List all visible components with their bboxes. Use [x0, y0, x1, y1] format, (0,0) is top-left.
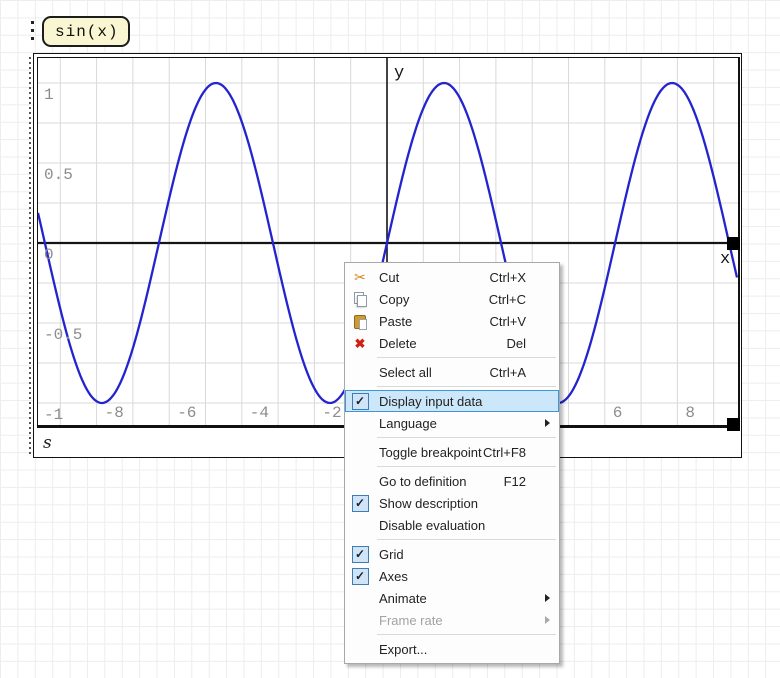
menu-item-label: Axes — [379, 568, 408, 584]
menu-item-label: Frame rate — [379, 612, 443, 628]
menu-item-label: Show description — [379, 495, 478, 511]
menu-separator — [377, 634, 556, 635]
menu-item-label: Animate — [379, 590, 427, 606]
plot-corner-label: s — [43, 433, 52, 453]
menu-item-go-to-definition[interactable]: Go to definition F12 — [345, 470, 559, 492]
checkmark-icon: ✓ — [351, 567, 369, 585]
checkmark-icon: ✓ — [351, 545, 369, 563]
menu-item-label: Grid — [379, 546, 404, 562]
plot-drag-handle[interactable] — [29, 57, 31, 455]
menu-item-delete[interactable]: ✖ Delete Del — [345, 332, 559, 354]
menu-item-export[interactable]: Export... — [345, 638, 559, 660]
menu-item-label: Export... — [379, 641, 428, 657]
menu-item-label: Toggle breakpoint — [379, 444, 482, 460]
submenu-arrow-icon — [545, 616, 550, 624]
menu-item-grid[interactable]: ✓ Grid — [345, 543, 559, 565]
menu-item-frame-rate: Frame rate — [345, 609, 559, 631]
menu-item-paste[interactable]: Paste Ctrl+V — [345, 310, 559, 332]
menu-item-shortcut: Ctrl+A — [489, 364, 526, 380]
menu-separator — [377, 466, 556, 467]
formula-drag-handle[interactable] — [31, 21, 35, 45]
drag-dot — [31, 29, 34, 32]
y-tick-label: 1 — [44, 86, 54, 104]
drag-dot — [31, 21, 34, 24]
delete-icon: ✖ — [354, 335, 366, 351]
menu-item-axes[interactable]: ✓ Axes — [345, 565, 559, 587]
menu-item-toggle-breakpoint[interactable]: Toggle breakpoint Ctrl+F8 — [345, 441, 559, 463]
x-tick-label: -8 — [105, 404, 124, 422]
menu-item-label: Delete — [379, 335, 417, 351]
copy-icon — [353, 291, 367, 307]
drag-dot — [31, 37, 34, 40]
menu-item-label: Go to definition — [379, 473, 467, 489]
y-tick-label: -0.5 — [44, 326, 82, 344]
formula-box[interactable]: sin(x) — [42, 16, 130, 47]
y-tick-label: 0.5 — [44, 166, 73, 184]
resize-handle-bottom-right[interactable] — [727, 418, 740, 431]
menu-item-label: Disable evaluation — [379, 517, 486, 533]
menu-item-shortcut: F12 — [503, 473, 526, 489]
menu-item-label: Paste — [379, 313, 413, 329]
menu-item-label: Copy — [379, 291, 410, 307]
menu-item-shortcut: Ctrl+V — [489, 313, 526, 329]
menu-item-cut[interactable]: ✂ Cut Ctrl+X — [345, 266, 559, 288]
x-tick-label: -6 — [177, 404, 196, 422]
menu-item-animate[interactable]: Animate — [345, 587, 559, 609]
menu-item-shortcut: Del — [506, 335, 526, 351]
menu-item-label: Select all — [379, 364, 432, 380]
menu-separator — [377, 357, 556, 358]
menu-item-disable-evaluation[interactable]: Disable evaluation — [345, 514, 559, 536]
checkmark-icon: ✓ — [351, 392, 369, 410]
formula-text: sin(x) — [55, 22, 119, 41]
menu-separator — [377, 386, 556, 387]
menu-item-shortcut: Ctrl+C — [488, 291, 526, 307]
x-tick-label: 8 — [685, 404, 695, 422]
menu-separator — [377, 437, 556, 438]
resize-handle-right[interactable] — [727, 237, 740, 250]
menu-item-display-input-data[interactable]: ✓ Display input data — [345, 390, 559, 412]
cut-icon: ✂ — [354, 269, 366, 285]
y-tick-label: 0 — [44, 246, 54, 264]
menu-item-label: Language — [379, 415, 437, 431]
menu-item-copy[interactable]: Copy Ctrl+C — [345, 288, 559, 310]
paste-icon — [353, 314, 367, 330]
worksheet-canvas: sin(x) 1 0.5 0 -0.5 -1 -8 -6 -4 -2 6 8 y x s ✂ Cut C… — [0, 0, 780, 678]
menu-separator — [377, 539, 556, 540]
checkmark-icon: ✓ — [351, 494, 369, 512]
y-axis-label: y — [394, 64, 404, 83]
menu-item-label: Display input data — [379, 393, 483, 409]
menu-item-shortcut: Ctrl+F8 — [483, 444, 526, 460]
x-tick-label: 6 — [613, 404, 623, 422]
menu-item-select-all[interactable]: Select all Ctrl+A — [345, 361, 559, 383]
menu-item-label: Cut — [379, 269, 400, 285]
x-axis-label: x — [720, 250, 730, 269]
x-tick-label: -4 — [250, 404, 269, 422]
x-tick-label: -2 — [322, 404, 341, 422]
menu-item-shortcut: Ctrl+X — [489, 269, 526, 285]
submenu-arrow-icon — [545, 594, 550, 602]
menu-item-show-description[interactable]: ✓ Show description — [345, 492, 559, 514]
context-menu: ✂ Cut Ctrl+X Copy Ctrl+C Paste Ctrl+V ✖ … — [344, 262, 560, 664]
submenu-arrow-icon — [545, 419, 550, 427]
menu-item-language[interactable]: Language — [345, 412, 559, 434]
y-tick-label: -1 — [44, 406, 63, 424]
